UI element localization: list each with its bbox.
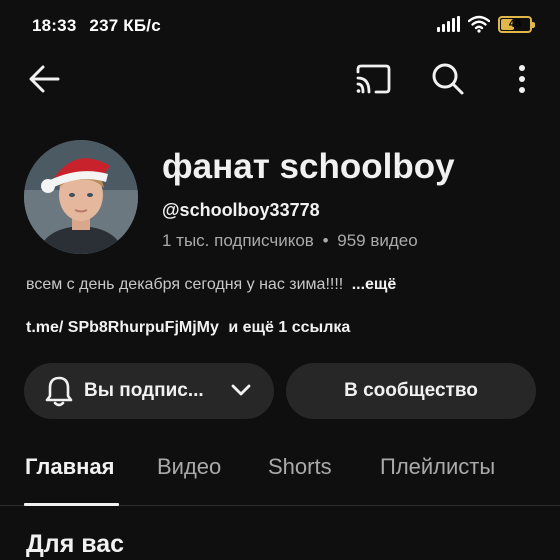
battery-icon: 45 [498, 15, 535, 33]
channel-tabs: Главная Видео Shorts Плейлисты [0, 440, 560, 506]
channel-avatar[interactable] [24, 140, 138, 254]
subscriber-count: 1 тыс. подписчиков [162, 231, 314, 250]
tab-shorts[interactable]: Shorts [268, 454, 332, 480]
cast-icon [356, 64, 391, 94]
wifi-icon [468, 15, 490, 33]
bell-icon [45, 376, 73, 407]
community-button[interactable]: В сообщество [286, 363, 536, 419]
active-tab-indicator [24, 503, 119, 506]
chevron-down-icon [231, 384, 251, 396]
description-more-link[interactable]: ...ещё [352, 276, 397, 293]
tab-home[interactable]: Главная [25, 454, 114, 480]
more-vert-icon [519, 65, 525, 93]
subscribed-label: Вы подпис... [84, 380, 204, 401]
arrow-back-icon [29, 65, 60, 93]
tab-playlists[interactable]: Плейлисты [380, 454, 495, 480]
channel-description[interactable]: всем с день декабря сегодня у нас зима!!… [26, 276, 396, 294]
section-title: Для вас [26, 530, 125, 558]
status-bar: 18:33 237 КБ/с 45 [0, 0, 560, 50]
subscribed-button[interactable]: Вы подпис... [24, 363, 274, 419]
channel-stats: 1 тыс. подписчиков • 959 видео [162, 231, 418, 251]
status-left: 18:33 237 КБ/с [32, 16, 169, 36]
channel-link-url[interactable]: t.me/ SPb8RhurpuFjMjMy [26, 319, 219, 336]
channel-name: фанат schoolboy [162, 147, 455, 186]
signal-icon [437, 16, 460, 32]
top-app-bar [0, 55, 560, 107]
avatar-image [24, 140, 138, 254]
cast-button[interactable] [351, 57, 395, 101]
search-icon [432, 63, 464, 95]
channel-links-more[interactable]: и ещё 1 ссылка [228, 319, 350, 336]
description-text: всем с день декабря сегодня у нас зима!!… [26, 276, 344, 293]
channel-links[interactable]: t.me/ SPb8RhurpuFjMjMy и ещё 1 ссылка [26, 319, 350, 337]
tab-videos[interactable]: Видео [157, 454, 221, 480]
more-options-button[interactable] [500, 57, 544, 101]
video-count: 959 видео [337, 231, 418, 250]
status-time: 18:33 [32, 16, 77, 35]
stats-separator: • [322, 231, 329, 250]
community-label: В сообщество [344, 380, 478, 401]
search-button[interactable] [426, 57, 470, 101]
status-network-speed: 237 КБ/с [89, 16, 161, 35]
battery-level: 45 [508, 18, 522, 30]
channel-screen: 18:33 237 КБ/с 45 фанат schoolboy @schoo… [0, 0, 560, 560]
status-right: 45 [437, 15, 535, 33]
channel-handle: @schoolboy33778 [162, 200, 320, 220]
back-button[interactable] [22, 57, 66, 101]
